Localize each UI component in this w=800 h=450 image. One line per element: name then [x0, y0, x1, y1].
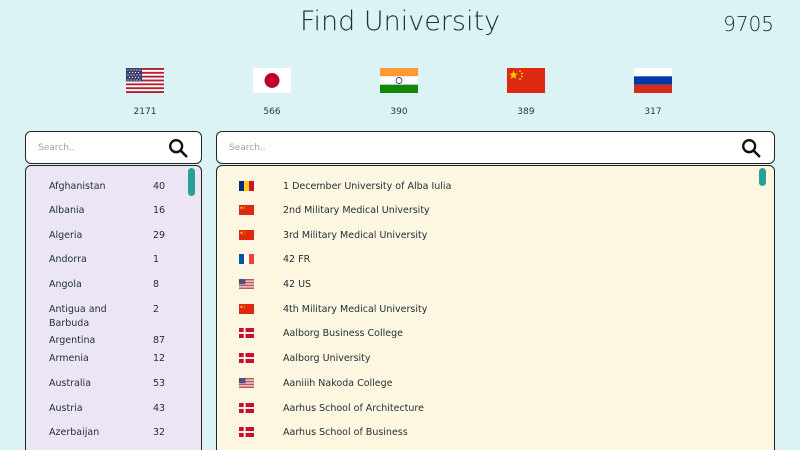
top-country-jp[interactable]: 566	[232, 68, 312, 117]
university-name: 3rd Military Medical University	[283, 230, 428, 241]
country-count: 1	[153, 254, 160, 265]
country-item[interactable]: Antigua and Barbuda 2	[49, 303, 169, 333]
top-country-in[interactable]: 390	[359, 68, 439, 117]
country-count: 32	[153, 427, 166, 438]
us-flag-icon	[239, 279, 254, 289]
university-name: 42 US	[283, 279, 312, 290]
university-list-scrollbar[interactable]	[759, 168, 766, 186]
university-name: Aalborg University	[283, 353, 371, 364]
country-name: Armenia	[49, 353, 89, 364]
country-count: 53	[153, 378, 166, 389]
country-name: Algeria	[49, 230, 83, 241]
top-country-count: 2171	[133, 107, 157, 117]
us-flag-icon	[126, 68, 164, 93]
university-name: Aarhus School of Architecture	[283, 403, 424, 414]
cn-flag-icon	[507, 68, 545, 93]
top-country-count: 317	[644, 107, 662, 117]
cn-flag-icon	[239, 205, 254, 215]
university-name: Aarhus School of Business	[283, 427, 408, 438]
country-name: Angola	[49, 279, 82, 290]
top-country-cn[interactable]: 389	[486, 68, 566, 117]
country-name: Andorra	[49, 254, 87, 265]
top-country-count: 390	[390, 107, 408, 117]
country-count: 87	[153, 335, 166, 346]
country-name: Azerbaijan	[49, 427, 100, 438]
country-count: 43	[153, 403, 166, 414]
top-country-count: 389	[517, 107, 535, 117]
country-list[interactable]: Afghanistan 40 Albania 16 Algeria 29 And…	[25, 165, 202, 450]
country-search-input[interactable]	[38, 138, 158, 158]
country-count: 40	[153, 181, 166, 192]
ru-flag-icon	[634, 68, 672, 93]
dk-flag-icon	[239, 427, 254, 437]
in-flag-icon	[380, 68, 418, 93]
country-list-scrollbar[interactable]	[188, 168, 195, 196]
search-icon[interactable]	[167, 137, 189, 159]
university-list[interactable]: 1 December University of Alba Iulia 2nd …	[216, 165, 775, 450]
university-name: Aalborg Business College	[283, 328, 403, 339]
search-icon[interactable]	[740, 137, 762, 159]
jp-flag-icon	[253, 68, 291, 93]
country-name: Antigua and Barbuda	[49, 304, 107, 329]
us-flag-icon	[239, 378, 254, 388]
country-name: Albania	[49, 205, 85, 216]
country-count: 29	[153, 230, 166, 241]
dk-flag-icon	[239, 328, 254, 338]
dk-flag-icon	[239, 403, 254, 413]
country-name: Australia	[49, 378, 92, 389]
university-search-box	[216, 131, 775, 164]
top-country-us[interactable]: 2171	[105, 68, 185, 117]
top-countries: 2171 566 390 389 317	[0, 68, 800, 120]
total-count: 9705	[723, 12, 774, 36]
country-name: Austria	[49, 403, 83, 414]
cn-flag-icon	[239, 304, 254, 314]
country-count: 8	[153, 279, 160, 290]
university-name: 42 FR	[283, 254, 311, 265]
country-count: 12	[153, 353, 166, 364]
fr-flag-icon	[239, 254, 254, 264]
university-name: 4th Military Medical University	[283, 304, 428, 315]
country-name: Argentina	[49, 335, 96, 346]
top-country-ru[interactable]: 317	[613, 68, 693, 117]
university-name: 1 December University of Alba Iulia	[283, 181, 452, 192]
university-name: 2nd Military Medical University	[283, 205, 430, 216]
country-count: 2	[153, 304, 160, 315]
university-search-input[interactable]	[229, 138, 709, 158]
country-name: Afghanistan	[49, 181, 106, 192]
page-title: Find University	[299, 6, 501, 37]
country-search-box	[25, 131, 202, 164]
country-count: 16	[153, 205, 166, 216]
cn-flag-icon	[239, 230, 254, 240]
ro-flag-icon	[239, 181, 254, 191]
university-name: Aaniiih Nakoda College	[283, 378, 393, 389]
top-country-count: 566	[263, 107, 281, 117]
dk-flag-icon	[239, 353, 254, 363]
